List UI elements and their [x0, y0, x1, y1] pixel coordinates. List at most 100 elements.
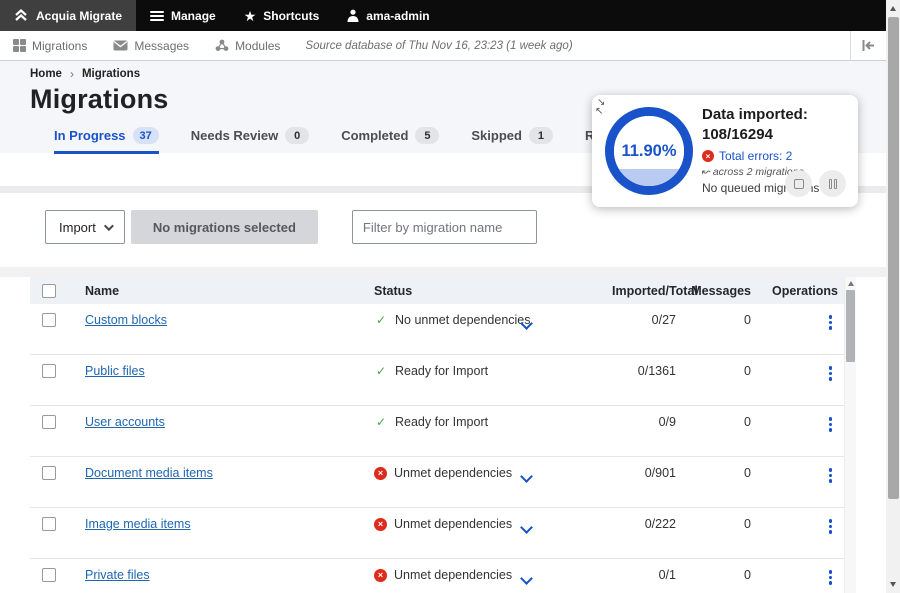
imported-total: 0/9	[612, 415, 676, 429]
messages-count: 0	[676, 568, 756, 582]
scroll-up-arrow-icon[interactable]	[848, 281, 854, 286]
chevron-down-icon[interactable]	[520, 470, 533, 483]
status-error-icon	[374, 467, 387, 480]
status-text: No unmet dependencies	[395, 313, 531, 327]
status-text: Ready for Import	[395, 364, 488, 378]
person-icon	[347, 9, 359, 22]
migrations-table: Name Status Imported/Total Messages Oper…	[0, 277, 886, 593]
status-error-icon	[374, 569, 387, 582]
row-checkbox[interactable]	[42, 568, 56, 582]
secondary-toolbar: Migrations Messages Modules Source datab…	[0, 31, 886, 61]
no-migrations-selected-button[interactable]: No migrations selected	[131, 210, 318, 244]
toolbar-item-messages[interactable]: Messages	[100, 31, 202, 60]
messages-count: 0	[676, 364, 756, 378]
kebab-menu-icon[interactable]	[823, 364, 839, 383]
column-header-messages: Messages	[676, 284, 756, 298]
row-checkbox[interactable]	[42, 415, 56, 429]
total-errors-link[interactable]: Total errors: 2	[719, 149, 792, 163]
column-header-operations: Operations	[756, 284, 846, 298]
migration-link[interactable]: User accounts	[85, 415, 165, 429]
column-header-name: Name	[85, 284, 374, 298]
spacer	[0, 267, 886, 277]
toolbar-item-acquia-migrate[interactable]: Acquia Migrate	[0, 0, 136, 31]
modules-icon	[215, 39, 229, 52]
messages-count: 0	[676, 313, 756, 327]
toolbar-item-modules[interactable]: Modules	[202, 31, 293, 60]
kebab-menu-icon[interactable]	[823, 466, 839, 485]
table-header-row: Name Status Imported/Total Messages Oper…	[30, 277, 846, 304]
source-database-note: Source database of Thu Nov 16, 23:23 (1 …	[305, 40, 850, 52]
kebab-menu-icon[interactable]	[823, 517, 839, 536]
tab-needs-review[interactable]: Needs Review 0	[191, 127, 309, 154]
chevron-down-icon	[104, 221, 114, 231]
imported-total: 0/27	[612, 313, 676, 327]
import-dropdown-button[interactable]: Import	[45, 210, 125, 244]
tab-count-badge: 1	[529, 127, 553, 144]
double-chevron-up-icon	[14, 9, 28, 22]
collapse-card-icon[interactable]: ↘↖	[597, 98, 605, 116]
toolbar-item-manage[interactable]: Manage	[136, 0, 230, 31]
envelope-icon	[113, 40, 128, 51]
scroll-down-arrow-icon[interactable]	[890, 582, 896, 587]
chevron-down-icon[interactable]	[520, 521, 533, 534]
tab-count-badge: 37	[133, 127, 159, 144]
imported-total: 0/222	[612, 517, 676, 531]
stop-button[interactable]	[785, 170, 812, 197]
tab-count-badge: 0	[285, 127, 309, 144]
breadcrumb-current: Migrations	[82, 68, 140, 80]
select-all-checkbox[interactable]	[42, 284, 56, 298]
kebab-menu-icon[interactable]	[823, 313, 839, 332]
row-checkbox[interactable]	[42, 313, 56, 327]
status-ok-icon	[374, 415, 388, 429]
status-text: Unmet dependencies	[394, 517, 512, 531]
table-row: Custom blocks No unmet dependencies 0/27…	[30, 304, 846, 355]
breadcrumb-separator: ›	[70, 67, 74, 81]
migration-link[interactable]: Document media items	[85, 466, 213, 480]
window-scrollbar[interactable]	[886, 0, 900, 593]
status-text: Unmet dependencies	[394, 568, 512, 582]
import-progress-card: ↘↖ 11.90% Data imported: 108/16294 Total…	[592, 95, 858, 207]
scroll-up-arrow-icon[interactable]	[890, 6, 896, 11]
arrow-to-bar-icon	[861, 39, 876, 52]
migration-link[interactable]: Custom blocks	[85, 313, 167, 327]
collapse-toolbar-button[interactable]	[850, 31, 886, 60]
tab-in-progress[interactable]: In Progress 37	[54, 127, 159, 154]
pause-icon	[829, 179, 837, 189]
star-icon: ★	[244, 9, 257, 23]
migration-link[interactable]: Private files	[85, 568, 150, 582]
chevron-down-icon[interactable]	[520, 572, 533, 585]
row-checkbox[interactable]	[42, 517, 56, 531]
row-checkbox[interactable]	[42, 466, 56, 480]
breadcrumb: Home › Migrations	[30, 67, 886, 81]
status-ok-icon	[374, 364, 388, 378]
imported-total: 0/1	[612, 568, 676, 582]
kebab-menu-icon[interactable]	[823, 568, 839, 587]
brand-label: Acquia Migrate	[36, 9, 122, 23]
table-row: Private files Unmet dependencies 0/1 0	[30, 559, 846, 593]
status-ok-icon	[374, 313, 388, 327]
migration-link[interactable]: Image media items	[85, 517, 191, 531]
tab-skipped[interactable]: Skipped 1	[471, 127, 553, 154]
tab-completed[interactable]: Completed 5	[341, 127, 439, 154]
status-error-icon	[374, 518, 387, 531]
scrollbar-thumb[interactable]	[846, 290, 855, 362]
messages-count: 0	[676, 415, 756, 429]
toolbar-item-user[interactable]: ama-admin	[333, 0, 443, 31]
table-row: Document media items Unmet dependencies …	[30, 457, 846, 508]
migration-link[interactable]: Public files	[85, 364, 145, 378]
migration-filter-input[interactable]	[352, 210, 537, 244]
breadcrumb-home[interactable]: Home	[30, 68, 62, 80]
row-checkbox[interactable]	[42, 364, 56, 378]
scrollbar-thumb[interactable]	[888, 17, 899, 499]
tab-count-badge: 5	[415, 127, 439, 144]
table-row: Public files Ready for Import 0/1361 0	[30, 355, 846, 406]
table-scrollbar[interactable]	[844, 277, 856, 593]
toolbar-item-migrations[interactable]: Migrations	[0, 31, 100, 60]
messages-count: 0	[676, 466, 756, 480]
pause-button[interactable]	[819, 170, 846, 197]
kebab-menu-icon[interactable]	[823, 415, 839, 434]
wave-arrow-icon: ↜	[702, 166, 711, 178]
data-imported-value: 108/16294	[702, 125, 852, 145]
toolbar-item-shortcuts[interactable]: ★ Shortcuts	[230, 0, 334, 31]
imported-total: 0/1361	[612, 364, 676, 378]
